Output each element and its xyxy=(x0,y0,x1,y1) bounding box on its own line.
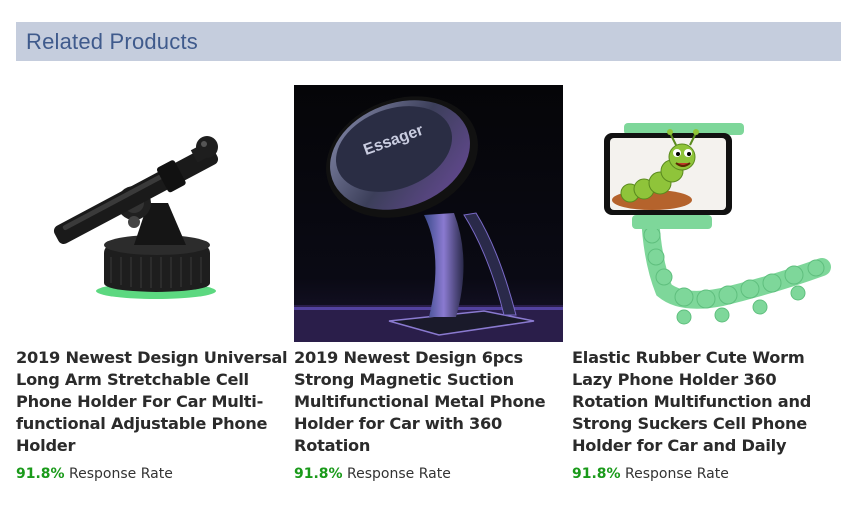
section-header: Related Products xyxy=(16,22,841,61)
section-title: Related Products xyxy=(26,28,198,54)
response-rate: 91.8% Response Rate xyxy=(572,466,842,482)
response-rate-label: Response Rate xyxy=(625,466,729,482)
product-card[interactable]: 2019 Newest Design Universal Long Arm St… xyxy=(16,85,288,482)
response-rate: 91.8% Response Rate xyxy=(294,466,564,482)
related-products-section: Related Products 2019 Newest Design Univ… xyxy=(0,0,849,509)
response-rate-label: Response Rate xyxy=(347,466,451,482)
product-title[interactable]: 2019 Newest Design 6pcs Strong Magnetic … xyxy=(294,347,566,457)
product-title[interactable]: 2019 Newest Design Universal Long Arm St… xyxy=(16,347,288,457)
response-rate-value: 91.8% xyxy=(294,466,343,482)
product-title[interactable]: Elastic Rubber Cute Worm Lazy Phone Hold… xyxy=(572,347,844,457)
product-card[interactable]: Elastic Rubber Cute Worm Lazy Phone Hold… xyxy=(572,85,842,482)
response-rate-label: Response Rate xyxy=(69,466,173,482)
response-rate: 91.8% Response Rate xyxy=(16,466,286,482)
response-rate-value: 91.8% xyxy=(572,466,621,482)
response-rate-value: 91.8% xyxy=(16,466,65,482)
product-image[interactable]: Essager xyxy=(294,85,563,342)
product-card[interactable]: Essager 2019 Newest Design 6pcs Strong M… xyxy=(294,85,564,482)
product-image[interactable] xyxy=(572,85,841,342)
product-image[interactable] xyxy=(16,85,285,342)
